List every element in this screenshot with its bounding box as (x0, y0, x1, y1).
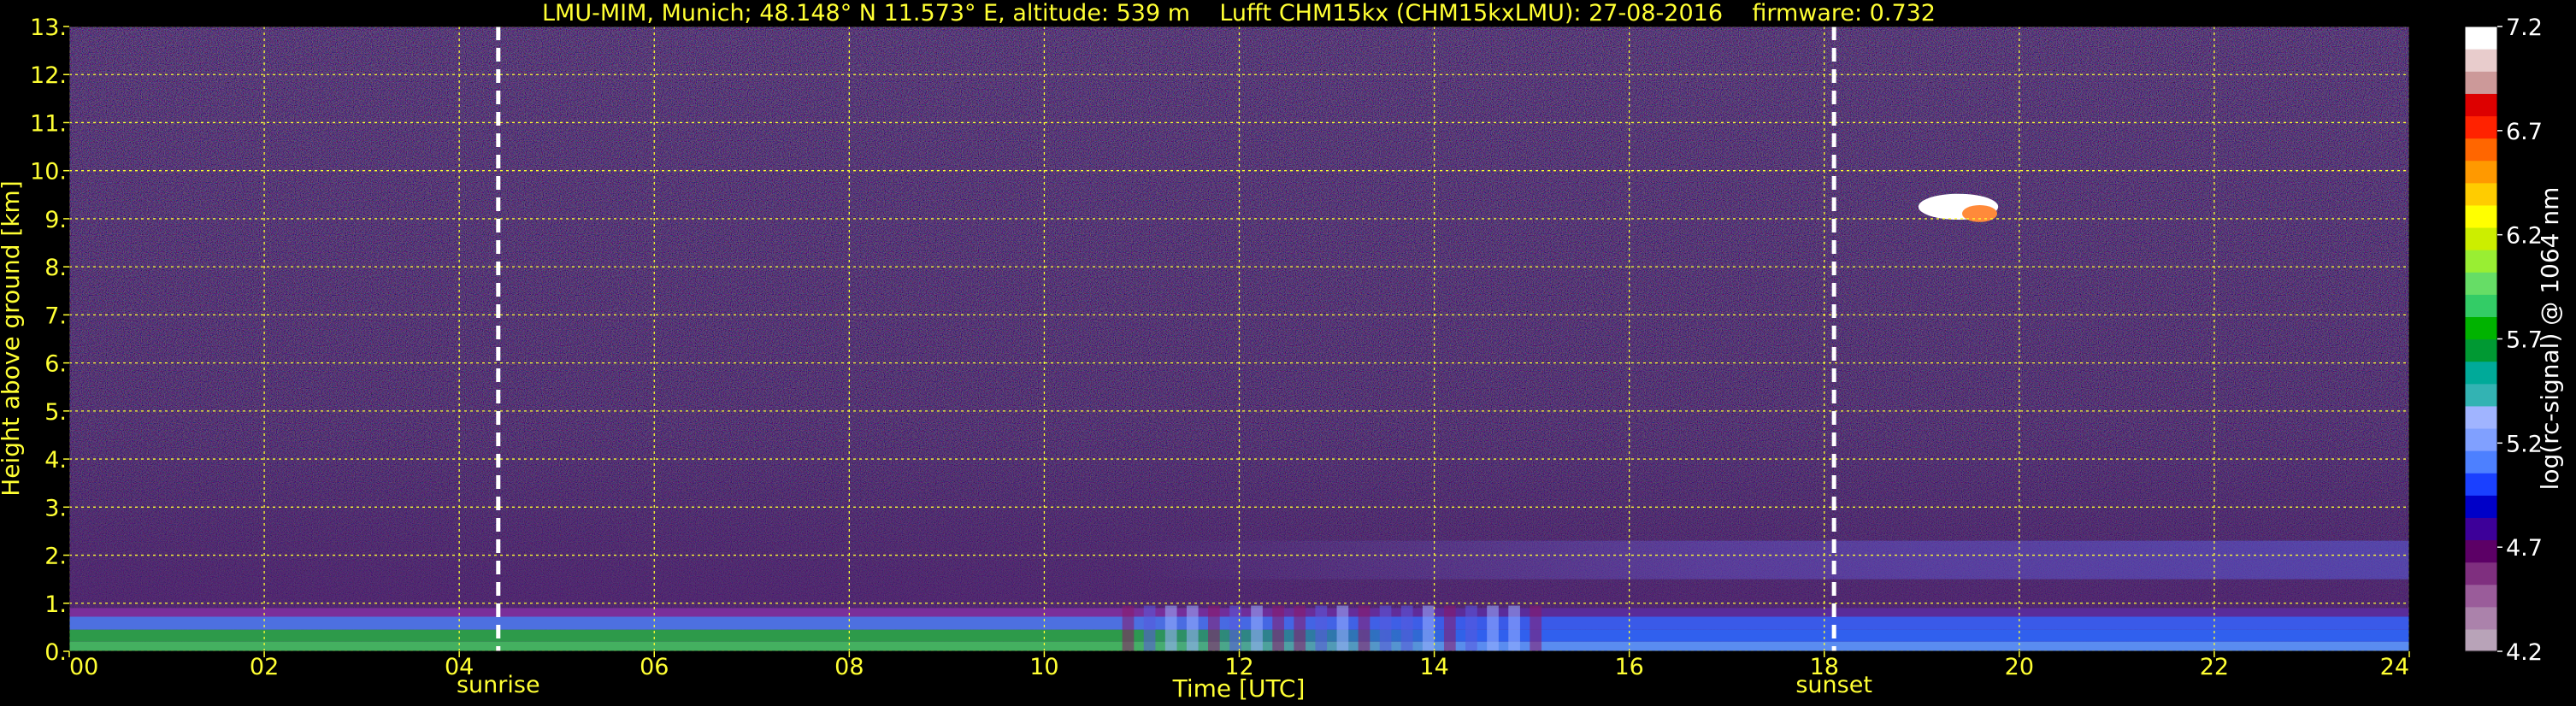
colorbar-tick-label: 4.2 (2506, 639, 2543, 666)
y-tick-label: 5. (44, 399, 67, 426)
colorbar-segment (2465, 272, 2497, 295)
y-tick-label: 9. (44, 207, 67, 233)
convective-plume (1508, 605, 1520, 651)
sunrise-label: sunrise (457, 672, 540, 698)
colorbar-segment (2465, 584, 2497, 608)
colorbar-label: log(rc-signal) @ 1064 nm (2536, 187, 2564, 491)
y-axis-ticks: 0. 1. 2. 3. 4. 5. 6. 7. 8. 9. 10. 11. 12. 13. (30, 15, 69, 666)
colorbar-segment (2465, 606, 2497, 630)
colorbar-segment (2465, 427, 2497, 451)
y-tick-label: 0. (44, 639, 67, 666)
colorbar-segment (2465, 204, 2497, 228)
colorbar-segment (2465, 473, 2497, 496)
colorbar-segment (2465, 562, 2497, 585)
plot-area (69, 26, 2409, 651)
convective-plume (1272, 605, 1284, 651)
x-tick-label: 16 (1614, 654, 1643, 680)
colorbar-segment (2465, 115, 2497, 139)
x-tick-label: 20 (2005, 654, 2034, 680)
convective-plume (1294, 605, 1306, 651)
x-tick-label: 06 (640, 654, 669, 680)
colorbar-segment (2465, 250, 2497, 273)
colorbar-segment (2465, 138, 2497, 162)
x-tick-label: 22 (2200, 654, 2229, 680)
colorbar-segment (2465, 450, 2497, 474)
colorbar-tick-label: 7.2 (2506, 15, 2543, 41)
x-tick-label: 02 (250, 654, 279, 680)
convective-plume (1122, 605, 1135, 651)
x-tick-label: 14 (1419, 654, 1448, 680)
convective-plume (1379, 605, 1392, 651)
chart-title: LMU-MIM, Munich; 48.148° N 11.573° E, al… (542, 0, 1936, 26)
convective-plume (1530, 605, 1542, 651)
convective-plume (1186, 605, 1199, 651)
x-axis-label: Time [UTC] (1172, 674, 1306, 703)
x-tick-label: 00 (69, 654, 98, 680)
colorbar-segment (2465, 294, 2497, 317)
y-tick-label: 13. (30, 15, 67, 41)
convective-plume (1400, 605, 1413, 651)
convective-plume (1208, 605, 1220, 651)
y-tick-label: 6. (44, 351, 67, 378)
convective-plume (1487, 605, 1499, 651)
y-tick-label: 1. (44, 591, 67, 618)
colorbar-tick-label: 6.7 (2506, 119, 2543, 145)
convective-plume (1164, 605, 1177, 651)
colorbar-segment (2465, 316, 2497, 340)
colorbar (2464, 26, 2498, 652)
convective-plume (1465, 605, 1477, 651)
x-tick-label: 24 (2380, 654, 2409, 680)
colorbar-segment (2465, 93, 2497, 117)
convective-plume (1315, 605, 1328, 651)
colorbar-segment (2465, 227, 2497, 250)
y-tick-label: 8. (44, 255, 67, 281)
convective-plume (1251, 605, 1263, 651)
colorbar-segment (2465, 405, 2497, 429)
y-tick-label: 11. (30, 110, 67, 137)
colorbar-segment (2465, 495, 2497, 518)
y-tick-label: 7. (44, 303, 67, 329)
y-tick-label: 3. (44, 495, 67, 521)
convective-plume (1336, 605, 1349, 651)
colorbar-segment (2465, 539, 2497, 563)
convective-plume (1443, 605, 1456, 651)
colorbar-segment (2465, 338, 2497, 362)
colorbar-segment (2465, 517, 2497, 541)
y-tick-label: 12. (30, 62, 67, 89)
cirrus-dense-part (1961, 205, 1998, 222)
colorbar-segment (2465, 383, 2497, 407)
x-tick-label: 08 (834, 654, 864, 680)
colorbar-segment (2465, 628, 2497, 652)
colorbar-segment (2465, 49, 2497, 72)
colorbar-segment (2465, 361, 2497, 385)
y-tick-label: 4. (44, 447, 67, 474)
convective-plume (1143, 605, 1156, 651)
colorbar-segment (2465, 71, 2497, 94)
colorbar-segment (2465, 182, 2497, 206)
y-tick-label: 10. (30, 159, 67, 185)
sunset-label: sunset (1795, 672, 1872, 698)
convective-plume (1422, 605, 1435, 651)
colorbar-segment (2465, 26, 2497, 50)
convective-plume (1358, 605, 1371, 651)
colorbar-segment (2465, 160, 2497, 184)
y-tick-label: 2. (44, 544, 67, 570)
x-tick-label: 10 (1029, 654, 1058, 680)
colorbar-tick-label: 4.7 (2506, 535, 2543, 562)
y-axis-label: Height above ground [km] (0, 180, 25, 497)
ceilometer-chart: LMU-MIM, Munich; 48.148° N 11.573° E, al… (0, 0, 2564, 703)
